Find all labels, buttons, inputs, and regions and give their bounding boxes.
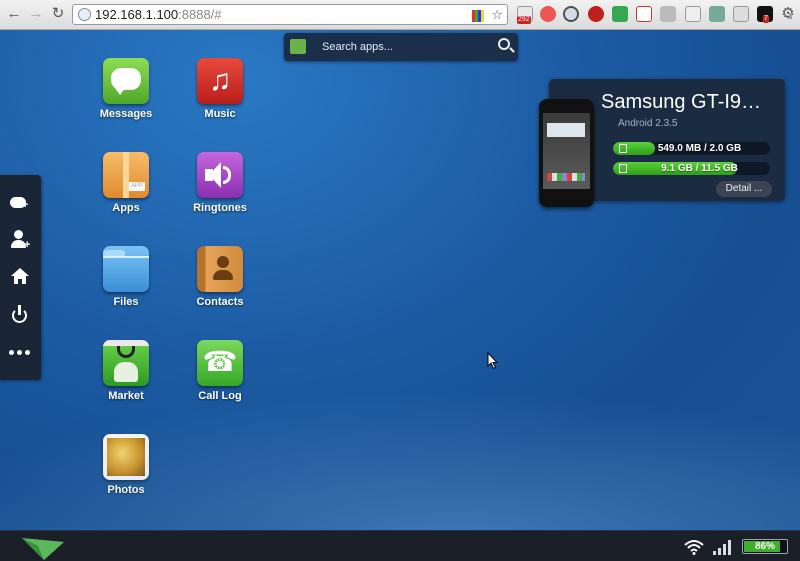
phone-image	[539, 99, 594, 207]
signal-strength-icon	[713, 540, 731, 555]
contacts-icon	[197, 246, 243, 292]
extension-folder-icon[interactable]	[660, 6, 676, 22]
battery-tip	[789, 13, 792, 19]
search-input[interactable]: Search apps...	[322, 41, 393, 53]
search-apps-box[interactable]: Search apps...	[284, 33, 518, 61]
browser-toolbar: ← → ↻ 192.168.1.100:8888/# ☆ 292 7 ⚙	[0, 0, 800, 30]
shopping-bag-icon	[290, 39, 306, 54]
extension-magnifier-icon[interactable]	[563, 6, 579, 22]
app-files[interactable]: Files	[86, 246, 166, 308]
sd-card-storage-bar: 549.0 MB / 2.0 GB	[613, 142, 770, 155]
url-text: 192.168.1.100:8888/#	[95, 7, 222, 22]
bookmark-star-icon[interactable]: ☆	[491, 7, 503, 22]
detail-button[interactable]: Detail ...	[716, 181, 772, 197]
globe-icon	[78, 8, 91, 21]
app-photos[interactable]: Photos	[86, 434, 166, 496]
reload-icon[interactable]: ↻	[50, 6, 66, 22]
extension-monitor-icon[interactable]	[709, 6, 725, 22]
music-icon: ♫	[197, 58, 243, 104]
quick-actions-sidebar: + +	[0, 175, 41, 380]
extension-refresh-icon[interactable]	[612, 6, 628, 22]
apps-box-icon: APP	[103, 152, 149, 198]
app-ringtones[interactable]: Ringtones	[180, 152, 260, 214]
folder-icon	[103, 246, 149, 292]
extension-counter-icon[interactable]: 292	[517, 6, 533, 24]
airdroid-desktop: Search apps... Messages ♫ Music APP Apps…	[0, 30, 800, 530]
extension-v-icon[interactable]: 7	[757, 6, 773, 23]
speaker-icon	[197, 152, 243, 198]
device-name: Samsung GT-I9…	[601, 91, 762, 113]
photos-icon	[103, 434, 149, 480]
gmail-icon[interactable]	[636, 6, 652, 22]
messages-icon	[103, 58, 149, 104]
home-icon[interactable]	[8, 265, 32, 289]
device-os-version: Android 2.3.5	[618, 118, 678, 129]
power-icon[interactable]	[8, 303, 32, 327]
wrench-menu-icon[interactable]: ⚙	[780, 6, 796, 22]
extension-card-icon[interactable]	[733, 6, 749, 22]
market-bag-icon	[103, 340, 149, 386]
status-bar: 86%	[0, 530, 800, 561]
new-message-icon[interactable]: +	[8, 191, 32, 215]
phone-icon: ☎	[197, 340, 243, 386]
app-messages[interactable]: Messages	[86, 58, 166, 120]
app-call-log[interactable]: ☎ Call Log	[180, 340, 260, 402]
airdroid-logo-icon[interactable]	[22, 534, 64, 560]
search-icon[interactable]	[498, 38, 510, 50]
app-contacts[interactable]: Contacts	[180, 246, 260, 308]
more-icon[interactable]	[8, 341, 32, 365]
mail-icon[interactable]	[685, 6, 701, 22]
extension-target-icon[interactable]	[540, 6, 556, 22]
device-info-card: Samsung GT-I9… Android 2.3.5 549.0 MB / …	[539, 79, 785, 207]
app-market[interactable]: Market	[86, 340, 166, 402]
extension-stop-icon[interactable]	[588, 6, 604, 22]
forward-icon[interactable]: →	[28, 6, 44, 22]
address-bar[interactable]: 192.168.1.100:8888/# ☆	[72, 4, 508, 25]
wifi-icon	[684, 540, 704, 555]
battery-indicator: 86%	[742, 539, 788, 554]
back-icon[interactable]: ←	[6, 6, 22, 22]
add-contact-icon[interactable]: +	[8, 228, 32, 252]
mouse-cursor-icon	[487, 352, 499, 370]
page-action-icon[interactable]	[471, 9, 484, 22]
internal-storage-bar: 9.1 GB / 11.5 GB	[613, 162, 770, 175]
app-music[interactable]: ♫ Music	[180, 58, 260, 120]
app-apps[interactable]: APP Apps	[86, 152, 166, 214]
